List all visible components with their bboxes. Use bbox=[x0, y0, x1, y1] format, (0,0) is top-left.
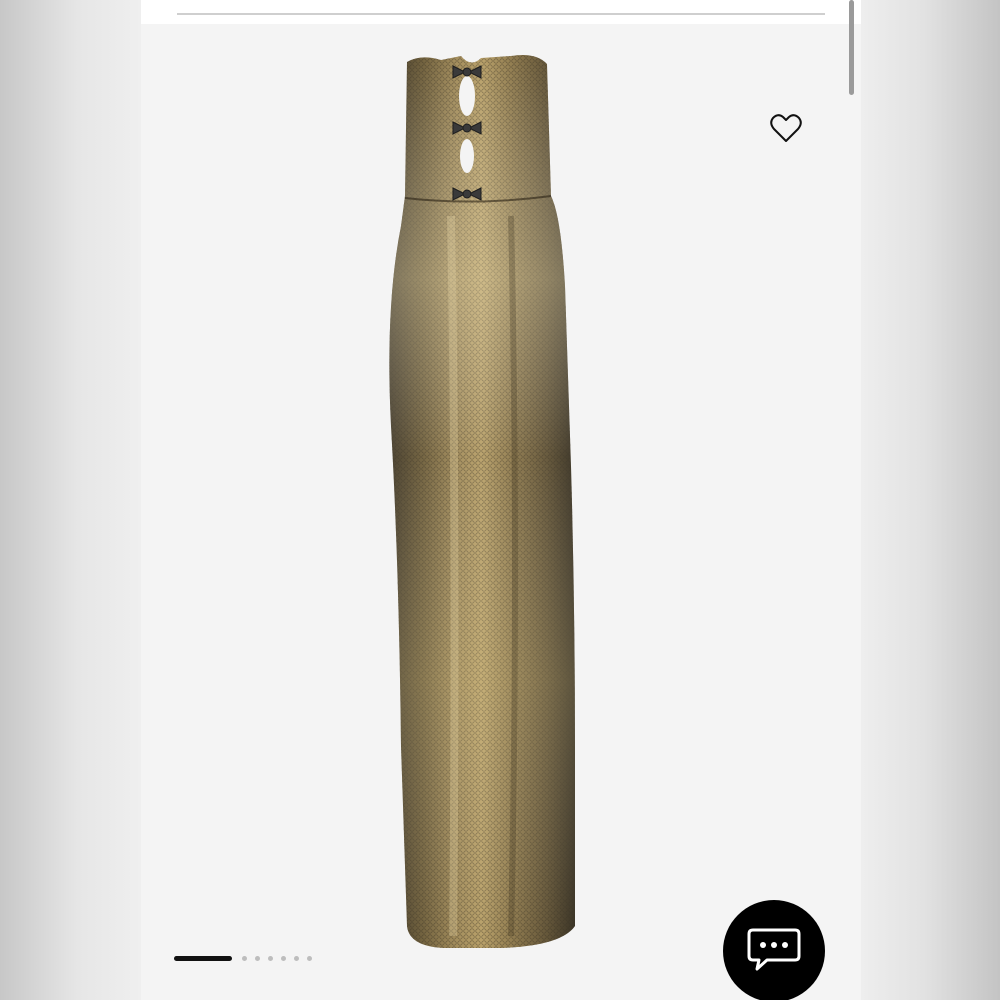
top-bar bbox=[141, 0, 861, 24]
carousel-dot[interactable] bbox=[307, 956, 312, 961]
carousel-dot[interactable] bbox=[242, 956, 247, 961]
carousel-dot[interactable] bbox=[268, 956, 273, 961]
scrollbar[interactable] bbox=[849, 0, 854, 95]
carousel-dot-active[interactable] bbox=[174, 956, 232, 961]
product-image[interactable] bbox=[361, 46, 621, 956]
carousel-dot[interactable] bbox=[255, 956, 260, 961]
background-right bbox=[861, 0, 1000, 1000]
chat-bubble-icon bbox=[747, 928, 801, 971]
header-divider bbox=[177, 13, 825, 15]
background-left bbox=[0, 0, 141, 1000]
carousel-dot[interactable] bbox=[294, 956, 299, 961]
cut-off-text-glyph bbox=[207, 0, 219, 2]
heart-icon[interactable] bbox=[769, 113, 803, 145]
carousel-dot[interactable] bbox=[281, 956, 286, 961]
carousel-indicator bbox=[174, 955, 374, 963]
chat-button[interactable] bbox=[723, 900, 825, 1000]
product-page bbox=[141, 0, 861, 1000]
